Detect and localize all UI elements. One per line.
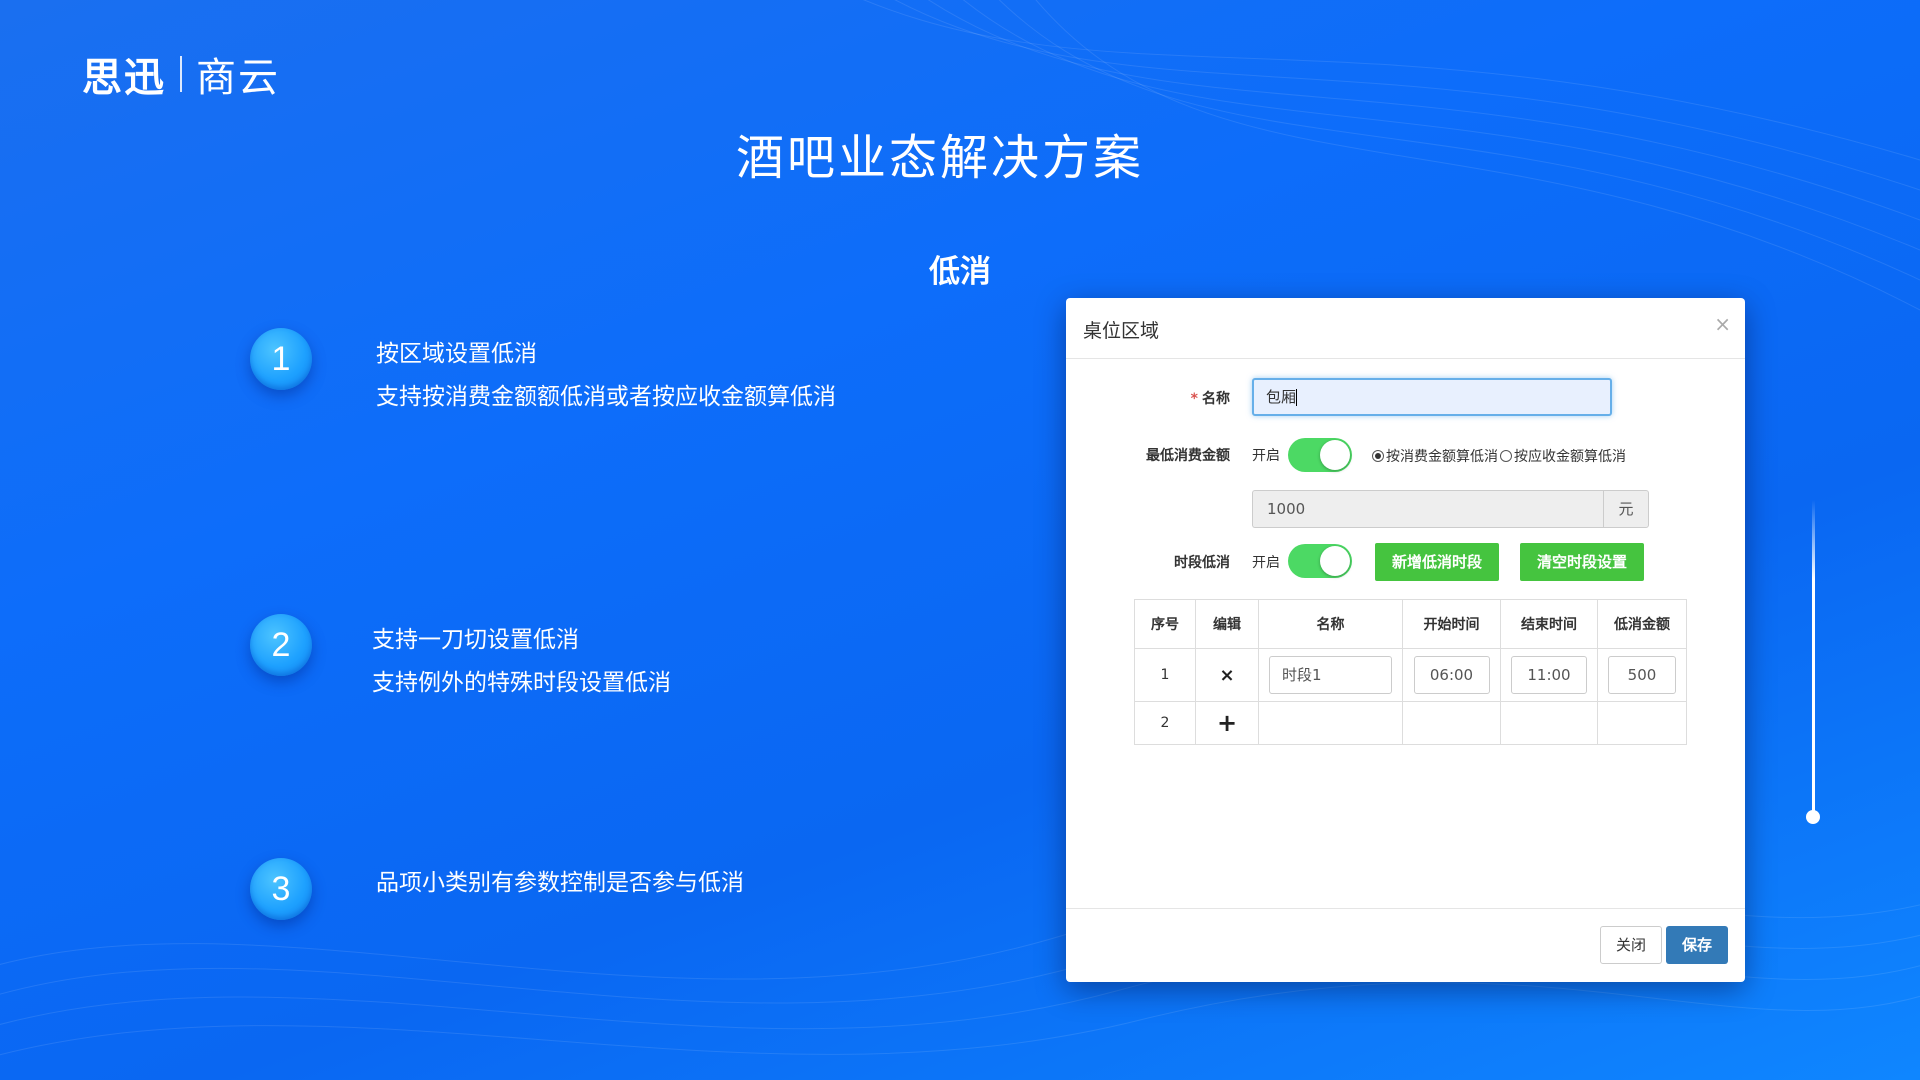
column-header: 序号 (1134, 599, 1196, 649)
delete-row-icon[interactable]: × (1219, 665, 1234, 686)
logo-divider (180, 56, 182, 92)
logo-brand: 思迅 (82, 55, 166, 101)
logo-sub-brand: 商云 (196, 55, 280, 101)
period-toggle-label: 开启 (1252, 555, 1280, 571)
slide-scroll-handle[interactable] (1806, 810, 1820, 824)
min-spend-mode-group: 按消费金额算低消 按应收金额算低消 (1372, 446, 1626, 466)
start-cell (1402, 701, 1501, 745)
radio-by-spend[interactable] (1372, 450, 1384, 462)
feature-item: 品项小类别有参数控制是否参与低消 (376, 862, 744, 905)
period-amount-input[interactable]: 500 (1608, 656, 1676, 694)
feature-number-badge: 1 (250, 328, 312, 390)
name-cell (1258, 701, 1403, 745)
feature-description: 支持例外的特殊时段设置低消 (372, 670, 671, 696)
min-spend-amount-group: 1000 元 (1252, 490, 1649, 528)
period-table: 序号 编辑 名称 开始时间 结束时间 低消金额 1 × 时段1 06:00 11… (1134, 599, 1687, 745)
add-period-button[interactable]: 新增低消时段 (1375, 543, 1499, 581)
clear-period-button[interactable]: 清空时段设置 (1520, 543, 1644, 581)
slide-scroll-track[interactable] (1812, 500, 1815, 815)
name-cell: 时段1 (1258, 648, 1403, 702)
page-title: 酒吧业态解决方案 (735, 130, 1144, 186)
end-time-input[interactable]: 11:00 (1511, 656, 1587, 694)
start-cell: 06:00 (1402, 648, 1501, 702)
row-index: 1 (1134, 648, 1196, 702)
amount-cell: 500 (1597, 648, 1687, 702)
table-area-dialog: 桌位区域 × * 名称 包厢 最低消费金额 开启 按消费金额算低消 按应收金额算低… (1066, 298, 1745, 982)
period-name-input[interactable]: 时段1 (1269, 656, 1392, 694)
dialog-footer: 关闭 保存 (1066, 908, 1745, 983)
table-header-row: 序号 编辑 名称 开始时间 结束时间 低消金额 (1134, 599, 1687, 649)
end-cell: 11:00 (1500, 648, 1598, 702)
period-toggle[interactable] (1288, 544, 1352, 578)
amount-cell (1597, 701, 1687, 745)
column-header: 编辑 (1195, 599, 1259, 649)
min-spend-amount-input[interactable]: 1000 (1252, 490, 1603, 528)
dialog-header: 桌位区域 × (1066, 298, 1745, 359)
feature-description: 支持按消费金额额低消或者按应收金额算低消 (376, 384, 836, 410)
table-row: 1 × 时段1 06:00 11:00 500 (1134, 648, 1687, 702)
toggle-knob (1320, 440, 1350, 470)
required-mark: * (1190, 391, 1198, 407)
end-cell (1500, 701, 1598, 745)
toggle-knob (1320, 546, 1350, 576)
column-header: 名称 (1258, 599, 1403, 649)
name-input[interactable]: 包厢 (1252, 378, 1612, 416)
radio-by-receivable-label: 按应收金额算低消 (1514, 449, 1626, 465)
column-header: 低消金额 (1597, 599, 1687, 649)
feature-number-badge: 2 (250, 614, 312, 676)
delete-row-cell: × (1195, 648, 1259, 702)
save-button[interactable]: 保存 (1666, 926, 1728, 964)
close-button[interactable]: 关闭 (1600, 926, 1662, 964)
feature-title: 品项小类别有参数控制是否参与低消 (376, 870, 744, 896)
radio-by-spend-label: 按消费金额算低消 (1386, 449, 1498, 465)
feature-item: 按区域设置低消 支持按消费金额额低消或者按应收金额算低消 (376, 333, 836, 419)
radio-by-receivable[interactable] (1500, 450, 1512, 462)
add-row-icon[interactable]: + (1217, 709, 1237, 737)
logo: 思迅 商云 (82, 52, 280, 101)
column-header: 结束时间 (1500, 599, 1598, 649)
column-header: 开始时间 (1402, 599, 1501, 649)
currency-addon: 元 (1603, 490, 1649, 528)
min-spend-toggle[interactable] (1288, 438, 1352, 472)
section-title: 低消 (929, 254, 991, 290)
add-row-cell: + (1195, 701, 1259, 745)
dialog-title: 桌位区域 (1083, 320, 1160, 342)
feature-title: 支持一刀切设置低消 (372, 627, 579, 653)
feature-item: 支持一刀切设置低消 支持例外的特殊时段设置低消 (372, 619, 671, 705)
text-caret (1296, 389, 1298, 406)
min-spend-toggle-label: 开启 (1252, 448, 1280, 464)
row-index: 2 (1134, 701, 1196, 745)
period-min-spend-label: 时段低消 (1174, 555, 1230, 571)
start-time-input[interactable]: 06:00 (1413, 656, 1490, 694)
feature-number-badge: 3 (250, 858, 312, 920)
min-spend-label: 最低消费金额 (1146, 448, 1230, 464)
name-label: * 名称 (1190, 391, 1230, 407)
feature-title: 按区域设置低消 (376, 341, 537, 367)
close-icon[interactable]: × (1714, 312, 1731, 336)
table-row: 2 + (1134, 701, 1687, 745)
